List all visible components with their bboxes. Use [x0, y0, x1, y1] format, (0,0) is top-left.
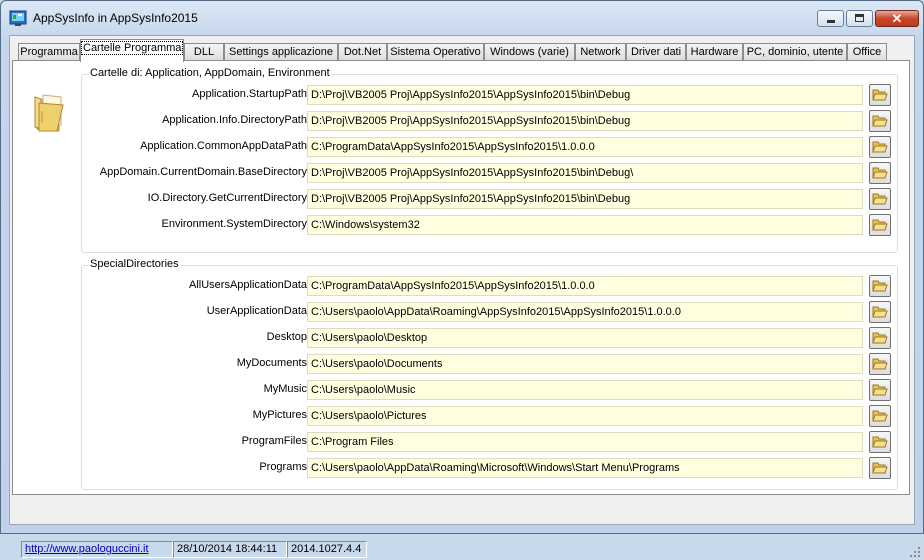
open-folder-button[interactable]	[869, 188, 891, 210]
path-value-field[interactable]: C:\Users\paolo\Desktop	[307, 328, 863, 348]
path-label: ProgramFiles	[241, 435, 307, 447]
status-version: 2014.1027.4.4	[287, 541, 367, 558]
path-value-field[interactable]: D:\Proj\VB2005 Proj\AppSysInfo2015\AppSy…	[307, 111, 863, 131]
path-value-field[interactable]: C:\Users\paolo\AppData\Roaming\AppSysInf…	[307, 302, 863, 322]
open-folder-icon	[872, 410, 888, 422]
resize-grip-icon[interactable]	[909, 546, 921, 558]
open-folder-button[interactable]	[869, 327, 891, 349]
path-label: Application.CommonAppDataPath	[140, 140, 307, 152]
status-datetime: 28/10/2014 18:44:11	[173, 541, 287, 558]
path-label: Programs	[259, 461, 307, 473]
maximize-icon	[855, 14, 864, 22]
tab-driver-dati[interactable]: Driver dati	[626, 43, 686, 61]
path-label: IO.Directory.GetCurrentDirectory	[147, 192, 307, 204]
tab-hardware[interactable]: Hardware	[686, 43, 743, 61]
status-link-panel[interactable]: http://www.paologuccini.it	[21, 541, 173, 558]
path-label: UserApplicationData	[206, 305, 307, 317]
open-folder-icon	[872, 358, 888, 370]
open-folder-icon	[872, 462, 888, 474]
tab-office[interactable]: Office	[847, 43, 887, 61]
path-label: MyMusic	[263, 383, 307, 395]
path-value-field[interactable]: C:\Users\paolo\AppData\Roaming\Microsoft…	[307, 458, 863, 478]
tab-settings-applicazione[interactable]: Settings applicazione	[224, 43, 338, 61]
open-folder-button[interactable]	[869, 405, 891, 427]
minimize-icon	[827, 20, 835, 23]
tab-dotnet[interactable]: Dot.Net	[338, 43, 387, 61]
path-label: Environment.SystemDirectory	[161, 218, 308, 230]
close-button[interactable]: ✕	[875, 10, 919, 27]
website-link[interactable]: http://www.paologuccini.it	[25, 543, 149, 555]
open-folder-button[interactable]	[869, 353, 891, 375]
path-label: MyDocuments	[236, 357, 307, 369]
open-folder-icon	[872, 115, 888, 127]
open-folder-icon	[872, 306, 888, 318]
open-folder-button[interactable]	[869, 214, 891, 236]
open-folder-icon	[872, 193, 888, 205]
group-legend: Cartelle di: Application, AppDomain, Env…	[88, 67, 332, 79]
open-folder-button[interactable]	[869, 110, 891, 132]
open-folder-button[interactable]	[869, 301, 891, 323]
open-folder-button[interactable]	[869, 136, 891, 158]
path-value-field[interactable]: C:\Users\paolo\Music	[307, 380, 863, 400]
open-folder-button[interactable]	[869, 275, 891, 297]
group-legend: SpecialDirectories	[88, 258, 181, 270]
open-folder-icon	[872, 219, 888, 231]
tab-pc-dominio-utente[interactable]: PC, dominio, utente	[743, 43, 847, 61]
open-folder-icon	[872, 436, 888, 448]
tab-dll[interactable]: DLL	[184, 43, 224, 61]
tab-network[interactable]: Network	[575, 43, 626, 61]
open-folder-button[interactable]	[869, 457, 891, 479]
path-value-field[interactable]: C:\Users\paolo\Pictures	[307, 406, 863, 426]
open-folder-icon	[872, 167, 888, 179]
open-folder-button[interactable]	[869, 84, 891, 106]
path-label: AppDomain.CurrentDomain.BaseDirectory	[99, 166, 307, 178]
open-folder-icon	[872, 384, 888, 396]
path-value-field[interactable]: C:\Windows\system32	[307, 215, 863, 235]
group-special-dirs: SpecialDirectories	[81, 258, 898, 490]
folder-icon	[34, 94, 64, 132]
minimize-button[interactable]	[817, 10, 844, 27]
tab-cartelle-programma[interactable]: Cartelle Programma	[80, 39, 184, 62]
open-folder-icon	[872, 280, 888, 292]
path-value-field[interactable]: C:\ProgramData\AppSysInfo2015\AppSysInfo…	[307, 276, 863, 296]
status-bar: http://www.paologuccini.it 28/10/2014 18…	[18, 539, 924, 560]
path-label: AllUsersApplicationData	[189, 279, 307, 291]
tab-windows-varie[interactable]: Windows (varie)	[484, 43, 575, 61]
open-folder-icon	[872, 332, 888, 344]
app-window: AppSysInfo in AppSysInfo2015 ✕ Programma…	[0, 0, 924, 558]
open-folder-button[interactable]	[869, 431, 891, 453]
window-title: AppSysInfo in AppSysInfo2015	[33, 11, 198, 25]
title-bar[interactable]: AppSysInfo in AppSysInfo2015 ✕	[1, 1, 923, 35]
tab-sistema-operativo[interactable]: Sistema Operativo	[387, 43, 484, 61]
open-folder-button[interactable]	[869, 379, 891, 401]
path-value-field[interactable]: D:\Proj\VB2005 Proj\AppSysInfo2015\AppSy…	[307, 163, 863, 183]
path-value-field[interactable]: D:\Proj\VB2005 Proj\AppSysInfo2015\AppSy…	[307, 189, 863, 209]
maximize-button[interactable]	[846, 10, 873, 27]
tab-panel-cartelle-programma: Cartelle di: Application, AppDomain, Env…	[12, 60, 910, 495]
path-value-field[interactable]: C:\Users\paolo\Documents	[307, 354, 863, 374]
path-value-field[interactable]: C:\Program Files	[307, 432, 863, 452]
path-label: Desktop	[266, 331, 307, 343]
path-label: Application.Info.DirectoryPath	[162, 114, 307, 126]
open-folder-icon	[872, 89, 888, 101]
close-icon: ✕	[891, 11, 903, 26]
path-label: MyPictures	[252, 409, 307, 421]
open-folder-button[interactable]	[869, 162, 891, 184]
path-value-field[interactable]: D:\Proj\VB2005 Proj\AppSysInfo2015\AppSy…	[307, 85, 863, 105]
path-label: Application.StartupPath	[192, 88, 307, 100]
client-area: Programma Cartelle Programma DLL Setting…	[9, 35, 920, 558]
path-value-field[interactable]: C:\ProgramData\AppSysInfo2015\AppSysInfo…	[307, 137, 863, 157]
app-icon	[9, 10, 27, 26]
tab-programma[interactable]: Programma	[18, 43, 80, 61]
open-folder-icon	[872, 141, 888, 153]
